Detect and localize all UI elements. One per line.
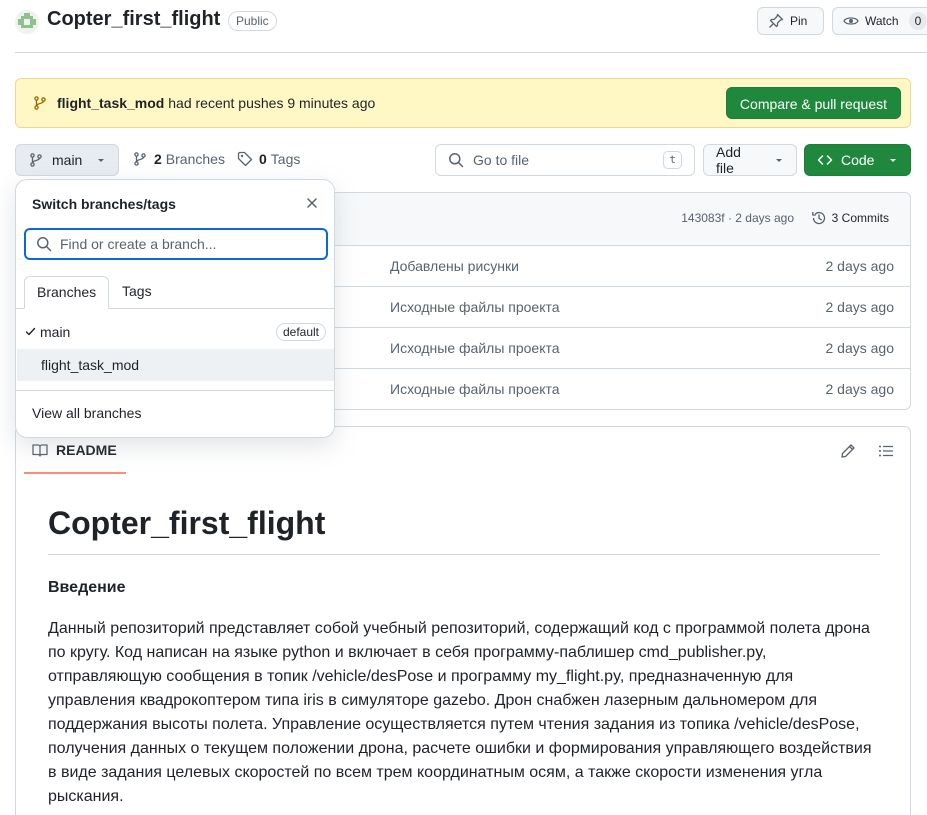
pin-icon: [768, 13, 784, 29]
view-all-branches-link[interactable]: View all branches: [32, 405, 141, 421]
readme-tab-label: README: [56, 441, 117, 458]
readme-panel: README Copter_first_flight Введение Данн…: [15, 426, 911, 815]
recent-push-banner: flight_task_mod had recent pushes 9 minu…: [15, 78, 911, 128]
check-icon: [25, 326, 36, 337]
commits-history-link[interactable]: 3 Commits: [811, 210, 889, 226]
latest-commit-meta[interactable]: 143083f · 2 days ago: [681, 211, 794, 225]
branches-link[interactable]: 2 Branches: [132, 151, 225, 167]
git-branch-icon: [32, 95, 48, 111]
book-icon: [32, 442, 48, 458]
branch-option-name: flight_task_mod: [41, 357, 140, 373]
branch-search-placeholder: Find or create a branch...: [60, 236, 217, 252]
watch-label: Watch: [865, 14, 899, 28]
branch-option-main[interactable]: main default: [16, 316, 334, 348]
branches-count: 2: [154, 151, 162, 167]
branch-select-button[interactable]: main: [15, 144, 119, 176]
file-commit-time: 2 days ago: [825, 258, 895, 274]
visibility-badge: Public: [228, 11, 277, 31]
readme-actions: [840, 443, 894, 459]
dropdown-divider: [16, 390, 334, 391]
watch-button[interactable]: Watch 0: [832, 7, 927, 35]
pencil-icon[interactable]: [840, 443, 856, 459]
tags-count: 0: [259, 151, 267, 167]
chevron-down-icon: [888, 155, 898, 165]
go-to-file-input[interactable]: Go to file t: [435, 144, 695, 176]
eye-icon: [843, 13, 859, 29]
compare-pull-request-button[interactable]: Compare & pull request: [725, 87, 901, 119]
file-commit-message[interactable]: Исходные файлы проекта: [390, 340, 560, 356]
header-divider: [15, 52, 927, 53]
readme-title: Copter_first_flight: [48, 505, 880, 555]
close-icon[interactable]: [306, 197, 318, 209]
file-commit-time: 2 days ago: [825, 340, 895, 356]
branches-label: Branches: [165, 151, 225, 167]
file-commit-time: 2 days ago: [825, 381, 895, 397]
chevron-down-icon: [774, 155, 784, 165]
repo-name[interactable]: Copter_first_flight: [47, 8, 220, 31]
keyboard-shortcut-hint: t: [663, 151, 682, 169]
code-icon: [817, 152, 833, 168]
tags-label: Tags: [270, 151, 301, 167]
code-button[interactable]: Code: [804, 144, 911, 176]
list-outline-icon[interactable]: [878, 443, 894, 459]
branch-option-flight-task-mod[interactable]: flight_task_mod: [17, 349, 334, 381]
chevron-down-icon: [96, 155, 106, 165]
file-commit-message[interactable]: Добавлены рисунки: [390, 258, 519, 274]
file-commit-message[interactable]: Исходные файлы проекта: [390, 381, 560, 397]
current-branch-label: main: [52, 152, 83, 168]
file-commit-message[interactable]: Исходные файлы проекта: [390, 299, 560, 315]
dropdown-title: Switch branches/tags: [32, 196, 176, 212]
banner-message: had recent pushes 9 minutes ago: [164, 95, 376, 111]
repo-owner-avatar[interactable]: [15, 10, 39, 34]
pin-button[interactable]: Pin: [757, 7, 824, 35]
watch-count: 0: [908, 12, 927, 30]
banner-branch-name[interactable]: flight_task_mod: [57, 95, 164, 111]
default-badge: default: [275, 323, 326, 341]
search-icon: [36, 236, 52, 252]
code-label: Code: [841, 152, 875, 168]
tags-link[interactable]: 0 Tags: [237, 151, 300, 167]
pin-label: Pin: [790, 14, 808, 28]
banner-text: flight_task_mod had recent pushes 9 minu…: [57, 95, 375, 111]
branch-option-name: main: [40, 324, 71, 340]
branch-search-input[interactable]: Find or create a branch...: [24, 228, 328, 260]
add-file-label: Add file: [716, 144, 741, 176]
readme-paragraph: Данный репозиторий представляет собой уч…: [48, 620, 872, 805]
file-commit-time: 2 days ago: [825, 299, 895, 315]
add-file-button[interactable]: Add file: [703, 144, 797, 176]
go-to-file-placeholder: Go to file: [473, 152, 530, 168]
git-branch-icon: [28, 152, 44, 168]
commits-label: 3 Commits: [831, 211, 889, 225]
history-icon: [811, 210, 827, 226]
tag-icon: [237, 151, 253, 167]
branch-switch-dropdown: Switch branches/tags Find or create a br…: [15, 179, 335, 438]
tab-tags[interactable]: Tags: [110, 276, 164, 309]
readme-section-title: Введение: [48, 579, 126, 596]
dropdown-tabs: Branches Tags: [16, 276, 334, 309]
tab-branches[interactable]: Branches: [24, 276, 110, 309]
git-branch-icon: [132, 151, 148, 167]
search-icon: [448, 152, 464, 168]
